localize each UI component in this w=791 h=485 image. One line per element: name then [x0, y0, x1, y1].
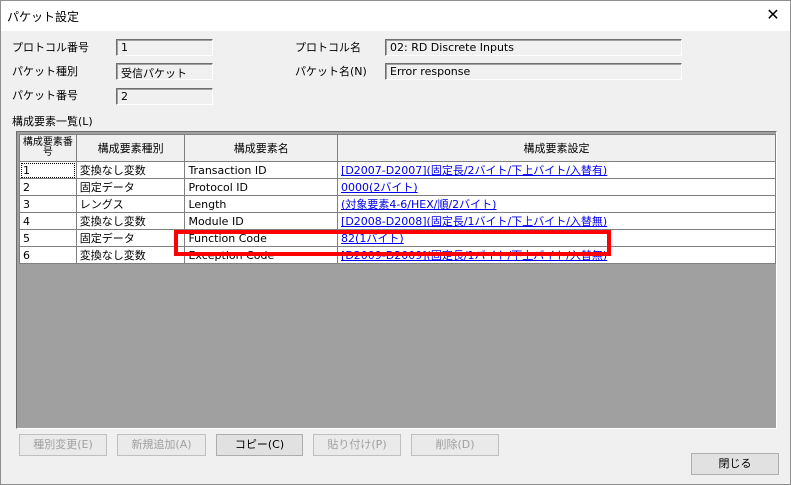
cell-no[interactable]: 3 — [19, 195, 77, 213]
table-row[interactable]: 6 変換なし変数 Exception Code [D2009-D2009](固定… — [19, 246, 776, 264]
col-header-setting[interactable]: 構成要素設定 — [337, 134, 776, 162]
packet-settings-dialog: パケット設定 ✕ プロトコル番号 1 パケット種別 受信パケット パケット番号 … — [0, 0, 791, 485]
cell-no[interactable]: 4 — [19, 212, 77, 230]
cell-name[interactable]: Length — [184, 195, 339, 213]
delete-button[interactable]: 削除(D) — [411, 434, 499, 456]
table-header-row: 構成要素番号 構成要素種別 構成要素名 構成要素設定 — [19, 134, 776, 162]
table-row[interactable]: 2 固定データ Protocol ID 0000(2バイト) — [19, 178, 776, 196]
dialog-title: パケット設定 — [7, 10, 80, 24]
cell-type[interactable]: 変換なし変数 — [75, 212, 186, 230]
close-button[interactable]: 閉じる — [691, 453, 779, 475]
cell-setting-link[interactable]: [D2008-D2008](固定長/1バイト/下上バイト/入替無) — [337, 212, 776, 230]
cell-name[interactable]: Function Code — [184, 229, 339, 247]
cell-name[interactable]: Protocol ID — [184, 178, 339, 196]
cell-name[interactable]: Exception Code — [184, 246, 339, 264]
cell-type[interactable]: 固定データ — [75, 178, 186, 196]
paste-button[interactable]: 貼り付け(P) — [313, 434, 401, 456]
cell-type[interactable]: 変換なし変数 — [75, 161, 186, 179]
add-new-button[interactable]: 新規追加(A) — [117, 434, 206, 456]
cell-type[interactable]: 固定データ — [75, 229, 186, 247]
cell-name[interactable]: Module ID — [184, 212, 339, 230]
packet-name-label: パケット名(N) — [295, 65, 367, 78]
title-bar: パケット設定 ✕ — [1, 1, 790, 31]
change-type-button[interactable]: 種別変更(E) — [19, 434, 107, 456]
protocol-name-label: プロトコル名 — [295, 41, 361, 54]
component-table: 構成要素番号 構成要素種別 構成要素名 構成要素設定 1 変換なし変数 Tran… — [19, 134, 776, 264]
packet-no-label: パケット番号 — [12, 89, 78, 102]
cell-setting-link[interactable]: [D2009-D2009](固定長/1バイト/下上バイト/入替無) — [337, 246, 776, 264]
col-header-type[interactable]: 構成要素種別 — [75, 134, 186, 162]
packet-type-label: パケット種別 — [12, 65, 78, 78]
cell-no[interactable]: 1 — [19, 161, 77, 179]
cell-no[interactable]: 2 — [19, 178, 77, 196]
protocol-no-field: 1 — [116, 39, 213, 56]
cell-type[interactable]: 変換なし変数 — [75, 246, 186, 264]
cell-setting-link[interactable]: 0000(2バイト) — [337, 178, 776, 196]
col-header-no[interactable]: 構成要素番号 — [19, 134, 77, 162]
packet-no-field: 2 — [116, 88, 213, 105]
cell-type[interactable]: レングス — [75, 195, 186, 213]
component-list-label: 構成要素一覧(L) — [12, 115, 93, 128]
table-row[interactable]: 4 変換なし変数 Module ID [D2008-D2008](固定長/1バイ… — [19, 212, 776, 230]
cell-setting-link[interactable]: [D2007-D2007](固定長/2バイト/下上バイト/入替有) — [337, 161, 776, 179]
component-grid[interactable]: 構成要素番号 構成要素種別 構成要素名 構成要素設定 1 変換なし変数 Tran… — [16, 131, 777, 429]
packet-name-field[interactable]: Error response — [385, 63, 682, 80]
protocol-name-field: 02: RD Discrete Inputs — [385, 39, 682, 56]
cell-name[interactable]: Transaction ID — [184, 161, 339, 179]
protocol-no-label: プロトコル番号 — [12, 41, 89, 54]
table-row[interactable]: 1 変換なし変数 Transaction ID [D2007-D2007](固定… — [19, 161, 776, 179]
cell-no[interactable]: 5 — [19, 229, 77, 247]
cell-setting-link[interactable]: 82(1バイト) — [337, 229, 776, 247]
table-row[interactable]: 3 レングス Length (対象要素4-6/HEX/順/2バイト) — [19, 195, 776, 213]
table-row[interactable]: 5 固定データ Function Code 82(1バイト) — [19, 229, 776, 247]
col-header-name[interactable]: 構成要素名 — [184, 134, 339, 162]
cell-no[interactable]: 6 — [19, 246, 77, 264]
packet-type-field: 受信パケット — [116, 63, 213, 80]
close-icon[interactable]: ✕ — [759, 4, 787, 26]
copy-button[interactable]: コピー(C) — [216, 434, 303, 456]
cell-setting-link[interactable]: (対象要素4-6/HEX/順/2バイト) — [337, 195, 776, 213]
